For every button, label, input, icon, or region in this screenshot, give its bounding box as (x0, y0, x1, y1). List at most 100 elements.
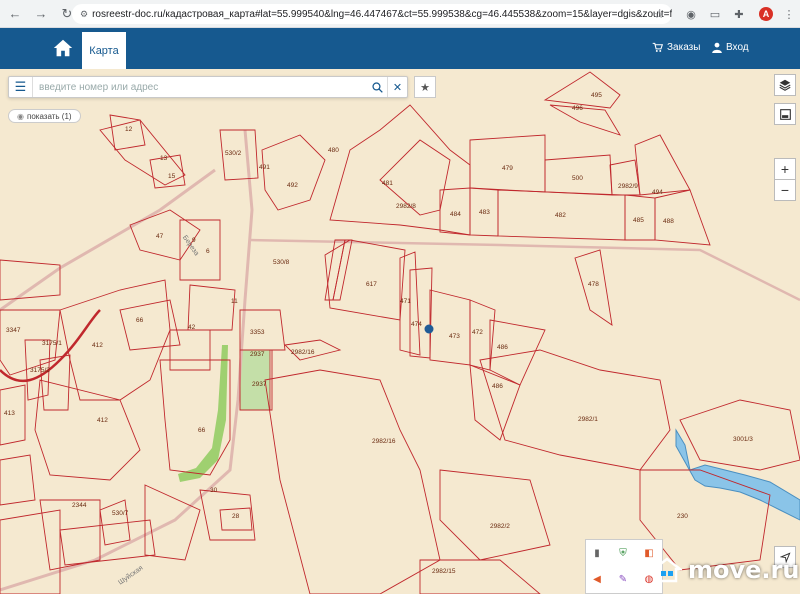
parcel-label: 13 (160, 155, 168, 162)
map-canvas[interactable]: 495 496 480 481 479 500 2982/9 494 2982/… (0, 69, 800, 594)
parcel-label: 47 (156, 233, 164, 240)
parcel-label: 492 (287, 182, 298, 189)
parcel-label: 530/2 (225, 150, 242, 157)
login-label: Вход (726, 42, 749, 53)
more-icon[interactable]: ⋮ (780, 5, 798, 23)
parcel-label: 495 (591, 92, 602, 99)
site-info-icon[interactable]: ⚙ (80, 9, 88, 20)
orders-link[interactable]: Заказы (652, 42, 700, 53)
parcel-label: 474 (411, 321, 422, 328)
star-icon[interactable]: ★ (414, 76, 436, 98)
browser-toolbar: ← → ↻ ⚙ rosreestr-doc.ru/кадастровая_кар… (0, 0, 800, 28)
parcel-label: 2982/1 (578, 416, 598, 423)
parcel-label: 412 (92, 342, 103, 349)
extension-icon[interactable]: ◉ (682, 5, 700, 23)
show-label: показать (1) (26, 111, 72, 121)
street-label: Шуйская (117, 564, 145, 587)
parcel-label: 2982/2 (490, 523, 510, 530)
parcel-label: 12 (125, 126, 133, 133)
close-icon[interactable]: ✕ (387, 77, 407, 97)
parcel-label: 2982/16 (291, 349, 315, 356)
tab-map[interactable]: Карта (82, 32, 126, 69)
watermark-text: move.ru (688, 556, 800, 584)
cart-icon (652, 42, 663, 52)
parcel-label: 3353 (250, 329, 265, 336)
parcel-label: 2982/15 (432, 568, 456, 575)
parcel-label: 530/7 (112, 510, 129, 517)
fullscreen-icon[interactable] (774, 103, 796, 125)
parcel-label: 485 (633, 217, 644, 224)
roads (0, 129, 800, 592)
search-input[interactable] (33, 81, 367, 93)
parcel-label: 2937 (250, 351, 265, 358)
parcel-label: 479 (502, 165, 513, 172)
parcel-label: 486 (497, 344, 508, 351)
parcel-label: 3001/3 (733, 436, 753, 443)
parcel-label: 6 (206, 248, 210, 255)
app-header: Карта Заказы Вход (0, 28, 800, 69)
parcel-label: 472 (472, 329, 483, 336)
parcel-label: 496 (572, 105, 583, 112)
parcel-label: 471 (400, 298, 411, 305)
search-bar: ☰ ✕ (8, 76, 408, 98)
usb-icon[interactable]: ▮ (590, 546, 604, 560)
parcel-label: 484 (450, 211, 461, 218)
parcel-label: 66 (136, 317, 144, 324)
parcel-label: 11 (231, 298, 238, 305)
zoom-out-button[interactable]: − (774, 179, 796, 201)
parcel-label: 478 (588, 281, 599, 288)
parcel-label: 482 (555, 212, 566, 219)
extension-icon[interactable]: ▭ (706, 5, 724, 23)
parcel-label: 486 (492, 383, 503, 390)
parcel-label: 42 (188, 324, 196, 331)
parcel-label: 617 (366, 281, 377, 288)
speaker-icon[interactable]: ◀ (590, 572, 604, 586)
profile-avatar[interactable]: A (759, 7, 773, 21)
bookmark-star-icon[interactable]: ☆ (654, 8, 664, 21)
shield-icon[interactable]: ⛨ (616, 546, 630, 560)
parcel-label: 483 (479, 209, 490, 216)
cadastral-map[interactable]: 495 496 480 481 479 500 2982/9 494 2982/… (0, 69, 800, 594)
river (675, 428, 800, 521)
home-icon[interactable] (52, 37, 74, 59)
parcel-label: 3347 (6, 327, 21, 334)
parcel-label: 66 (198, 427, 206, 434)
parcel-label: 488 (663, 218, 674, 225)
zoom-in-button[interactable]: + (774, 158, 796, 180)
orders-label: Заказы (667, 42, 701, 53)
user-icon (712, 42, 722, 53)
parcel-label: 30 (210, 487, 218, 494)
parcel-label: 3175/1 (42, 340, 62, 347)
parcel-label: 15 (168, 173, 176, 180)
parcel-label: 530/8 (273, 259, 290, 266)
parcel-label: 491 (259, 164, 270, 171)
puzzle-icon[interactable]: ✚ (730, 5, 748, 23)
back-icon[interactable]: ← (4, 3, 26, 25)
parcel-label: 3175/2 (30, 367, 50, 374)
address-bar[interactable]: ⚙ rosreestr-doc.ru/кадастровая_карта#lat… (72, 4, 672, 24)
login-link[interactable]: Вход (712, 42, 749, 53)
watermark: move.ru (652, 556, 799, 584)
forward-icon[interactable]: → (30, 3, 52, 25)
eye-icon: ◉ (17, 111, 24, 121)
parcel-label: 2982/16 (372, 438, 396, 445)
search-icon[interactable] (367, 77, 387, 97)
parcel-labels: 495 496 480 481 479 500 2982/9 494 2982/… (4, 92, 753, 587)
url-text: rosreestr-doc.ru/кадастровая_карта#lat=5… (92, 8, 672, 20)
parcel-label: 412 (97, 417, 108, 424)
parcel-label: 494 (652, 189, 663, 196)
parcel-label: 2982/9 (618, 183, 638, 190)
menu-icon[interactable]: ☰ (9, 77, 33, 97)
parcel-label: 413 (4, 410, 15, 417)
parcel-label: 473 (449, 333, 460, 340)
parcel-label: 230 (677, 513, 688, 520)
watermark-logo-icon (652, 557, 682, 583)
parcel-label: 2937 (252, 381, 267, 388)
location-marker[interactable] (424, 324, 434, 334)
parcel-label: 2982/8 (396, 203, 416, 210)
layers-icon[interactable] (774, 74, 796, 96)
parcel-label: 480 (328, 147, 339, 154)
pen-icon[interactable]: ✎ (616, 572, 630, 586)
show-button[interactable]: ◉ показать (1) (8, 109, 81, 123)
parcel-label: 28 (232, 513, 240, 520)
